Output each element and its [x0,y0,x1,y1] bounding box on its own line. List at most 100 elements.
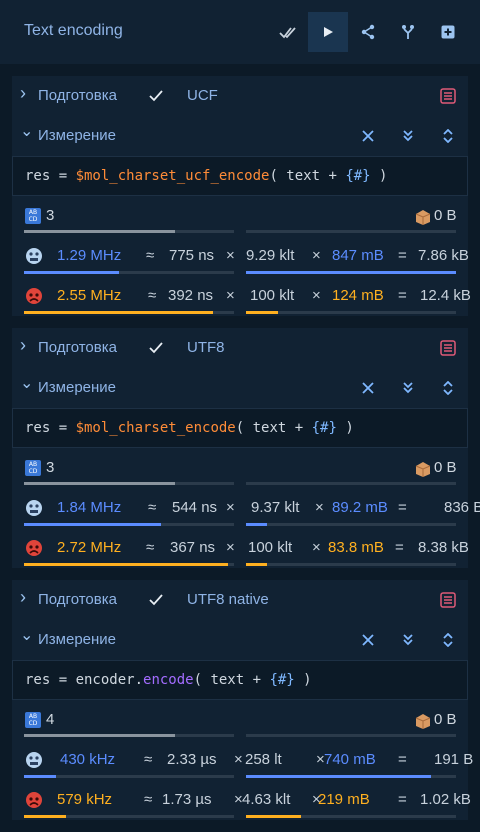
total-memory-value: 7.86 kB [418,247,469,264]
code-text: ) [294,672,312,688]
measurement-row[interactable]: ⌄ Измерение [12,620,468,660]
size-progress [246,734,456,737]
speed-bar-fill [24,815,66,818]
sample-size: 0 B [434,459,457,476]
memory-bar-fill [246,271,456,274]
code-editor[interactable]: res = $mol_charset_ucf_encode( text + {#… [12,156,468,196]
times-sign: × [315,499,324,516]
times-sign: × [312,247,321,264]
preparation-checkbox[interactable] [148,340,164,356]
measurement-row[interactable]: ⌄ Измерение [12,116,468,156]
sort-icon[interactable] [438,630,458,650]
preparation-checkbox[interactable] [148,88,164,104]
memory-bar-fill [246,523,267,526]
fork-icon [402,25,414,39]
chevron-right-icon[interactable]: › [20,587,36,607]
run-button[interactable] [308,12,348,52]
memory-value: 740 mB [324,751,376,768]
sort-icon[interactable] [438,126,458,146]
chevron-down-icon[interactable]: ⌄ [20,373,36,393]
code-text: res = encoder. [25,672,144,688]
double-chevron-down-icon[interactable] [398,630,418,650]
equals-sign: = [395,539,404,556]
result-row: 579 kHz ≈1.73 µs × 4.63 klt × 219 mB = 1.02 kB [12,786,471,824]
menu-button[interactable] [440,592,456,608]
memory-bar-fill [246,563,267,566]
approx-sign: ≈ [144,751,153,768]
speed-bar-fill [24,311,213,314]
total-memory-value: 8.38 kB [418,539,469,556]
iterations-value: 4.63 klt [242,791,291,808]
count-progress-fill [24,482,176,485]
equals-sign: = [398,791,407,808]
memory-value: 124 mB [332,287,384,304]
preparation-row[interactable]: › Подготовка UCF [12,76,468,116]
share-button[interactable] [348,12,388,52]
memory-bar [246,563,456,566]
time-value: 367 ns [170,539,216,556]
count-progress-fill [24,230,176,233]
measurement-label: Измерение [38,631,117,648]
equals-sign: = [398,287,407,304]
frequency-value: 1.29 MHz [57,247,122,264]
double-chevron-down-icon[interactable] [398,378,418,398]
package-icon [414,460,432,478]
code-editor[interactable]: res = encoder.encode( text + {#} ) [12,660,468,700]
speed-bar-fill [24,775,56,778]
memory-bar [246,523,456,526]
time-value: 392 ns [168,287,214,304]
time-value: 2.33 µs [167,751,217,768]
times-sign: × [226,287,235,304]
memory-value: 89.2 mB [332,499,388,516]
share-icon [361,24,375,40]
result-row: 430 kHz ≈2.33 µs × 258 lt × 740 mB = 191 B [12,746,473,784]
package-icon [414,208,432,226]
code-editor[interactable]: res = $mol_charset_encode( text + {#} ) [12,408,468,448]
times-sign: × [312,287,321,304]
speed-bar [24,271,234,274]
sample-count: 4 [46,711,55,728]
chevron-right-icon[interactable]: › [20,83,36,103]
times-sign: × [226,247,235,264]
sort-icon[interactable] [438,378,458,398]
chevron-down-icon[interactable]: ⌄ [20,121,36,141]
chevron-down-icon[interactable]: ⌄ [20,625,36,645]
close-icon[interactable] [358,378,378,398]
time-value: 544 ns [172,499,218,516]
memory-bar [246,271,456,274]
cold-face-icon [25,499,43,517]
equals-sign: = [398,499,407,516]
package-icon [414,712,432,730]
code-text: res = [25,168,76,184]
preparation-row[interactable]: › Подготовка UTF8 native [12,580,468,620]
chevron-right-icon[interactable]: › [20,335,36,355]
code-function: encode [143,672,194,688]
memory-bar [246,311,456,314]
add-button[interactable] [428,12,468,52]
abc-icon: AB CD [25,208,41,224]
angry-face-icon [25,791,43,809]
app-header: Text encoding [0,0,480,64]
result-row: 1.84 MHz ≈544 ns × 9.37 klt × 89.2 mB = 836 B [12,494,480,532]
memory-bar [246,815,456,818]
close-icon[interactable] [358,630,378,650]
fork-button[interactable] [388,12,428,52]
preparation-checkbox[interactable] [148,592,164,608]
frequency-value: 579 kHz [57,791,113,808]
benchmark-name: UTF8 [187,339,225,356]
measurement-label: Измерение [38,379,117,396]
measurement-row[interactable]: ⌄ Измерение [12,368,468,408]
double-check-icon [279,27,296,39]
sample-count: 3 [46,459,55,476]
times-sign: × [234,751,243,768]
iterations-value: 100 klt [248,539,293,556]
double-check-button[interactable] [268,12,308,52]
code-text: ( text + [193,672,270,688]
menu-button[interactable] [440,340,456,356]
menu-button[interactable] [440,88,456,104]
close-icon[interactable] [358,126,378,146]
frequency-value: 1.84 MHz [57,499,122,516]
equals-sign: = [398,247,407,264]
double-chevron-down-icon[interactable] [398,126,418,146]
preparation-row[interactable]: › Подготовка UTF8 [12,328,468,368]
